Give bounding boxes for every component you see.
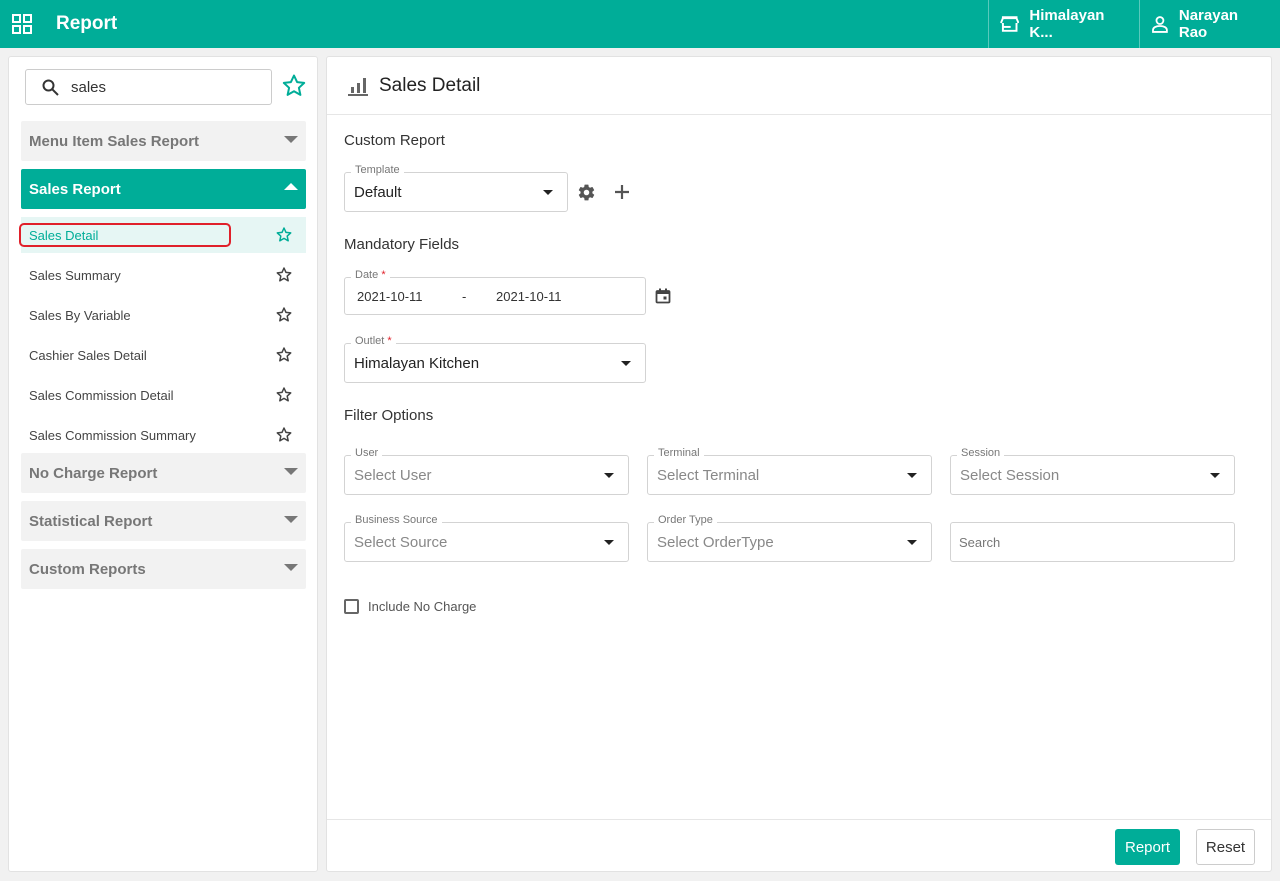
terminal-select[interactable]: Terminal Select Terminal bbox=[647, 447, 932, 495]
session-placeholder: Select Session bbox=[960, 467, 1060, 484]
group-statistical-report[interactable]: Statistical Report bbox=[21, 501, 306, 541]
date-separator: - bbox=[462, 289, 467, 304]
sidebar-item-sales-commission-detail[interactable]: Sales Commission Detail bbox=[21, 377, 306, 413]
dropdown-arrow-icon bbox=[621, 361, 631, 366]
user-label: User bbox=[351, 447, 383, 459]
footer-bar: Report Reset bbox=[327, 819, 1271, 871]
outlet-selector[interactable]: Himalayan K... bbox=[988, 0, 1139, 48]
terminal-label: Terminal bbox=[654, 447, 704, 459]
outlet-value: Himalayan Kitchen bbox=[354, 355, 480, 372]
terminal-placeholder: Select Terminal bbox=[657, 467, 760, 484]
group-label: Menu Item Sales Report bbox=[29, 132, 200, 150]
sidebar-item-sales-summary[interactable]: Sales Summary bbox=[21, 257, 306, 293]
sidebar-item-label: Sales Commission Detail bbox=[29, 387, 174, 403]
sidebar-item-label: Cashier Sales Detail bbox=[29, 347, 147, 363]
reset-button[interactable]: Reset bbox=[1196, 829, 1255, 865]
template-value: Default bbox=[354, 184, 402, 201]
order-type-label: Order Type bbox=[654, 514, 717, 526]
plus-icon[interactable] bbox=[612, 182, 632, 202]
dropdown-arrow-icon bbox=[907, 540, 917, 545]
sidebar-item-sales-commission-summary[interactable]: Sales Commission Summary bbox=[21, 417, 306, 453]
chevron-down-icon bbox=[284, 564, 298, 571]
include-no-charge-row[interactable]: Include No Charge bbox=[344, 599, 476, 614]
search-icon bbox=[42, 79, 59, 96]
custom-report-title: Custom Report bbox=[344, 132, 445, 149]
group-label: Sales Report bbox=[29, 180, 121, 198]
search-placeholder: Search bbox=[959, 535, 1001, 550]
group-custom-reports[interactable]: Custom Reports bbox=[21, 549, 306, 589]
star-icon[interactable] bbox=[276, 427, 292, 446]
order-type-placeholder: Select OrderType bbox=[657, 534, 774, 551]
sidebar-item-label: Sales Summary bbox=[29, 267, 121, 283]
dropdown-arrow-icon bbox=[604, 473, 614, 478]
report-button[interactable]: Report bbox=[1115, 829, 1180, 865]
include-no-charge-label: Include No Charge bbox=[368, 599, 477, 614]
user-placeholder: Select User bbox=[354, 467, 432, 484]
include-no-charge-checkbox[interactable] bbox=[344, 599, 359, 614]
user-name: Narayan Rao bbox=[1178, 7, 1239, 41]
date-range-field[interactable]: Date * 2021-10-11 - 2021-10-11 bbox=[344, 269, 646, 315]
business-source-select[interactable]: Business Source Select Source bbox=[344, 514, 629, 562]
session-select[interactable]: Session Select Session bbox=[950, 447, 1235, 495]
dropdown-arrow-icon bbox=[1210, 473, 1220, 478]
page-title: Sales Detail bbox=[379, 74, 481, 96]
filter-options-title: Filter Options bbox=[344, 407, 434, 424]
session-label: Session bbox=[957, 447, 1005, 459]
sidebar: Menu Item Sales Report Sales Report Sale… bbox=[8, 56, 318, 872]
business-source-placeholder: Select Source bbox=[354, 534, 448, 551]
date-label: Date * bbox=[351, 269, 390, 281]
group-no-charge-report[interactable]: No Charge Report bbox=[21, 453, 306, 493]
mandatory-fields-title: Mandatory Fields bbox=[344, 236, 460, 253]
template-select[interactable]: Template Default bbox=[344, 164, 568, 212]
gear-icon[interactable] bbox=[576, 182, 596, 202]
group-label: No Charge Report bbox=[29, 464, 158, 482]
dropdown-arrow-icon bbox=[604, 540, 614, 545]
star-icon[interactable] bbox=[276, 227, 292, 246]
user-menu[interactable]: Narayan Rao bbox=[1139, 0, 1280, 48]
sidebar-item-label: Sales Commission Summary bbox=[29, 427, 196, 443]
top-bar: Report Himalayan K... Narayan Rao bbox=[0, 0, 1280, 48]
chevron-down-icon bbox=[284, 136, 298, 143]
apps-grid-icon[interactable] bbox=[0, 0, 44, 48]
order-type-select[interactable]: Order Type Select OrderType bbox=[647, 514, 932, 562]
star-icon[interactable] bbox=[276, 267, 292, 286]
selection-highlight bbox=[19, 223, 231, 247]
outlet-select[interactable]: Outlet * Himalayan Kitchen bbox=[344, 335, 646, 383]
page-header: Sales Detail bbox=[327, 57, 1271, 115]
user-select[interactable]: User Select User bbox=[344, 447, 629, 495]
person-icon bbox=[1152, 16, 1168, 33]
date-to[interactable]: 2021-10-11 bbox=[496, 289, 562, 304]
app-title: Report bbox=[56, 13, 118, 34]
favorites-star-icon[interactable] bbox=[282, 74, 306, 102]
main-panel: Sales Detail Custom Report Template Defa… bbox=[326, 56, 1272, 872]
outlet-name: Himalayan K... bbox=[1029, 7, 1105, 41]
sidebar-item-label: Sales By Variable bbox=[29, 307, 131, 323]
search-field[interactable]: Search bbox=[950, 522, 1235, 562]
group-label: Custom Reports bbox=[29, 560, 146, 578]
dropdown-arrow-icon bbox=[907, 473, 917, 478]
chevron-down-icon bbox=[284, 516, 298, 523]
group-menu-item-sales-report[interactable]: Menu Item Sales Report bbox=[21, 121, 306, 161]
outlet-label: Outlet * bbox=[351, 335, 396, 347]
star-icon[interactable] bbox=[276, 307, 292, 326]
star-icon[interactable] bbox=[276, 347, 292, 366]
store-icon bbox=[1000, 16, 1020, 32]
business-source-label: Business Source bbox=[351, 514, 442, 526]
search-input[interactable] bbox=[71, 78, 241, 96]
group-sales-report[interactable]: Sales Report bbox=[21, 169, 306, 209]
chevron-up-icon bbox=[284, 183, 298, 190]
group-label: Statistical Report bbox=[29, 512, 153, 530]
sidebar-item-cashier-sales-detail[interactable]: Cashier Sales Detail bbox=[21, 337, 306, 373]
bar-chart-icon bbox=[347, 76, 369, 96]
sidebar-item-sales-by-variable[interactable]: Sales By Variable bbox=[21, 297, 306, 333]
chevron-down-icon bbox=[284, 468, 298, 475]
dropdown-arrow-icon bbox=[543, 190, 553, 195]
date-from[interactable]: 2021-10-11 bbox=[357, 289, 423, 304]
star-icon[interactable] bbox=[276, 387, 292, 406]
report-search[interactable] bbox=[25, 69, 272, 105]
calendar-icon[interactable] bbox=[654, 287, 672, 305]
template-label: Template bbox=[351, 164, 404, 176]
